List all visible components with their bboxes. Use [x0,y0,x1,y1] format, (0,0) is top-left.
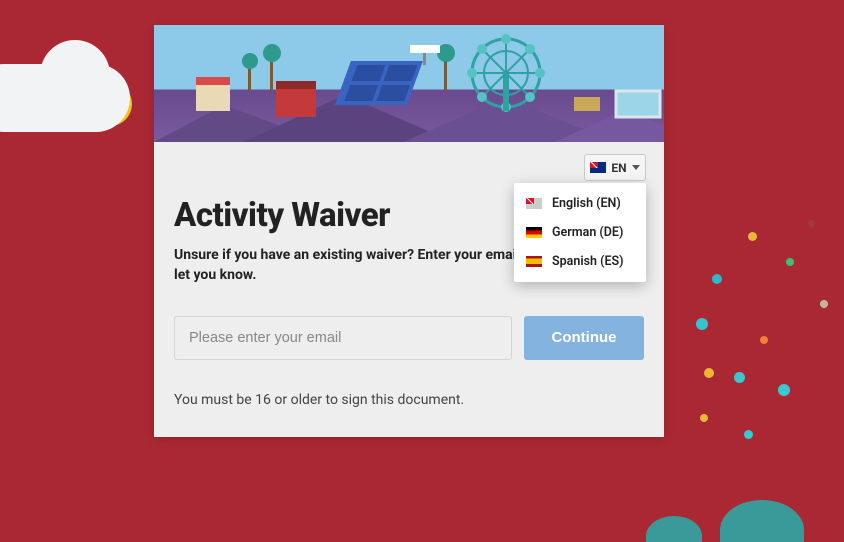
flag-de-icon [526,227,542,238]
language-option-label: German (DE) [552,225,623,240]
flag-au-icon [526,198,542,209]
confetti-dot [778,384,790,396]
language-code: EN [611,161,626,175]
waiver-card: EN English (EN) German (DE) Spanish (ES)… [154,25,664,437]
continue-button[interactable]: Continue [524,316,644,360]
chevron-down-icon [632,165,640,170]
language-option-english[interactable]: English (EN) [514,189,646,218]
confetti-dot [748,232,757,241]
confetti-dot [744,430,753,439]
decor-hat [720,500,804,542]
hero-illustration [154,25,664,142]
confetti-dot [712,274,722,284]
cloud-decoration [0,64,130,132]
confetti-dot [704,368,714,378]
decor-hat [646,516,702,542]
age-note: You must be 16 or older to sign this doc… [174,392,644,408]
flag-es-icon [526,256,542,267]
confetti-dot [808,220,815,227]
language-menu: English (EN) German (DE) Spanish (ES) [514,183,646,282]
email-row: Continue [174,316,644,360]
language-button[interactable]: EN [584,154,646,181]
confetti-dot [734,372,745,383]
confetti-dot [786,258,794,266]
language-option-label: Spanish (ES) [552,254,624,269]
confetti-dot [820,300,828,308]
language-option-german[interactable]: German (DE) [514,218,646,247]
card-content: EN English (EN) German (DE) Spanish (ES)… [154,142,664,428]
language-option-label: English (EN) [552,196,621,211]
flag-au-icon [590,162,606,173]
email-input[interactable] [174,316,512,360]
confetti-dot [696,318,708,330]
hero-svg [154,25,664,142]
language-option-spanish[interactable]: Spanish (ES) [514,247,646,276]
confetti-dot [760,336,768,344]
confetti-dot [700,414,708,422]
